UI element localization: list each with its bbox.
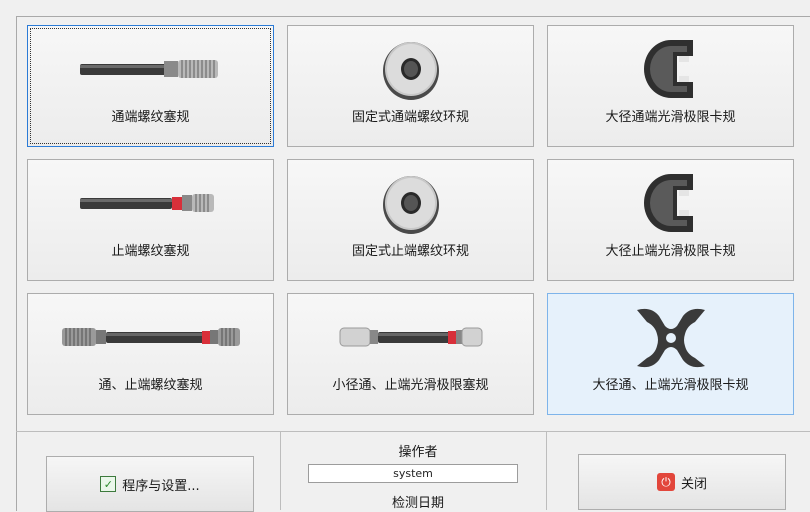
- tile-label: 止端螺纹塞规: [111, 244, 190, 259]
- footer-separator-left: [280, 432, 281, 510]
- thread-ring-gauge-nogo-icon: [288, 168, 533, 238]
- tile-label: 大径通、止端光滑极限卡规: [592, 378, 749, 393]
- checklist-icon: ✓: [100, 476, 117, 492]
- inspection-date-label: 检测日期: [391, 496, 444, 511]
- tile-double-snap-gauge[interactable]: 大径通、止端光滑极限卡规: [547, 293, 794, 415]
- tile-label: 通、止端螺纹塞规: [98, 378, 203, 393]
- thread-plug-gauge-double-icon: [28, 302, 273, 372]
- tile-thread-plug-double[interactable]: 通、止端螺纹塞规: [27, 293, 274, 415]
- tile-snap-gauge-go[interactable]: 大径通端光滑极限卡规: [547, 25, 794, 147]
- close-button-label: 关闭: [680, 476, 707, 492]
- settings-button[interactable]: ✓ 程序与设置...: [46, 456, 254, 512]
- tile-thread-plug-go[interactable]: 通端螺纹塞规: [27, 25, 274, 147]
- close-button[interactable]: ⏻ 关闭: [578, 454, 786, 510]
- thread-plug-gauge-go-icon: [28, 34, 273, 104]
- tile-label: 固定式通端螺纹环规: [351, 110, 469, 125]
- operator-field[interactable]: system: [308, 464, 518, 483]
- snap-gauge-nogo-icon: [548, 168, 793, 238]
- settings-button-label: 程序与设置...: [122, 478, 200, 494]
- tile-label: 大径通端光滑极限卡规: [605, 110, 736, 125]
- footer-separator-right: [546, 432, 547, 510]
- tile-thread-ring-nogo[interactable]: 固定式止端螺纹环规: [287, 159, 534, 281]
- power-icon: ⏻: [656, 473, 675, 491]
- tile-label: 小径通、止端光滑极限塞规: [332, 378, 489, 393]
- plain-plug-gauge-double-icon: [288, 302, 533, 372]
- operator-label: 操作者: [398, 445, 438, 460]
- double-snap-gauge-icon: [548, 302, 793, 372]
- snap-gauge-go-icon: [548, 34, 793, 104]
- tile-thread-ring-go[interactable]: 固定式通端螺纹环规: [287, 25, 534, 147]
- tile-thread-plug-nogo[interactable]: 止端螺纹塞规: [27, 159, 274, 281]
- tile-snap-gauge-nogo[interactable]: 大径止端光滑极限卡规: [547, 159, 794, 281]
- thread-plug-gauge-nogo-icon: [28, 168, 273, 238]
- footer-divider: [16, 431, 810, 432]
- gauge-grid: 通端螺纹塞规 固定式通端螺纹环规 大径通端光滑极限卡规 止端螺纹塞规 固定式止端…: [27, 25, 801, 421]
- tile-label: 通端螺纹塞规: [111, 110, 190, 125]
- tile-label: 固定式止端螺纹环规: [351, 244, 469, 259]
- tile-plain-plug-double[interactable]: 小径通、止端光滑极限塞规: [287, 293, 534, 415]
- tile-label: 大径止端光滑极限卡规: [605, 244, 736, 259]
- thread-ring-gauge-go-icon: [288, 34, 533, 104]
